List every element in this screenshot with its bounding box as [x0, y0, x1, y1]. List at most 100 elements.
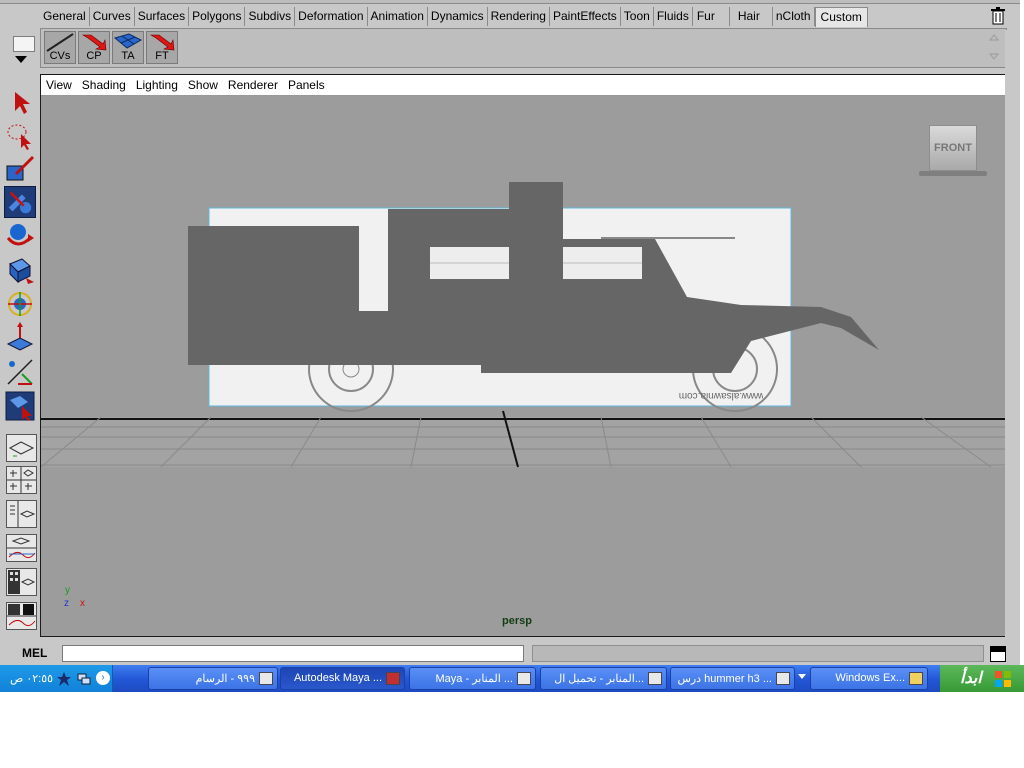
task-label: درس hummer h3 ...: [677, 673, 772, 685]
shelf-tab-deformation[interactable]: Deformation: [295, 7, 368, 26]
script-editor-icon[interactable]: [990, 646, 1006, 662]
network-tray-icon[interactable]: [76, 671, 92, 687]
trash-icon[interactable]: [988, 6, 1008, 26]
command-line: MEL: [0, 643, 1020, 665]
paint-select-tool-icon[interactable]: [4, 154, 36, 186]
shelf-button-label: CVs: [49, 50, 71, 62]
taskbar-autodesk-maya[interactable]: Autodesk Maya ...: [280, 667, 405, 690]
shelf-menu-arrow-icon[interactable]: [15, 56, 27, 63]
shelf-tab-ncloth[interactable]: nCloth: [773, 7, 815, 26]
start-button[interactable]: ابدأ: [940, 665, 1024, 692]
shelf-button-label: CP: [86, 50, 102, 62]
soft-modify-icon[interactable]: [4, 356, 36, 388]
persp-viewport[interactable]: View Shading Lighting Show Renderer Pane…: [40, 74, 1006, 637]
shelf-tab-custom[interactable]: Custom: [814, 7, 868, 27]
manipulator-icon[interactable]: [4, 322, 36, 354]
shelf-tab-subdivs[interactable]: Subdivs: [245, 7, 296, 26]
shelf-tab-fluids[interactable]: Fluids: [654, 7, 693, 26]
outliner-persp-layout-icon[interactable]: [6, 500, 37, 528]
shelf-tab-rendering[interactable]: Rendering: [488, 7, 550, 26]
graph-persp-layout-icon[interactable]: [6, 534, 37, 562]
shelf-button-cp[interactable]: CP: [78, 31, 110, 64]
folder-icon: [909, 672, 923, 685]
select-tool-icon[interactable]: [4, 86, 36, 118]
taskbar-hummer-lesson[interactable]: درس hummer h3 ...: [670, 667, 795, 690]
axis-y-label: y: [65, 585, 70, 596]
task-label: Windows Ex...: [835, 672, 905, 684]
timeline-strip: [0, 0, 1020, 4]
start-label: ابدأ: [960, 670, 982, 687]
menu-lighting[interactable]: Lighting: [131, 78, 183, 92]
windows-logo-icon: [995, 671, 1011, 687]
shelf-tab-painteffects[interactable]: PaintEffects: [550, 7, 621, 26]
star-tray-icon[interactable]: [56, 671, 72, 687]
hypershade-persp-layout-icon[interactable]: [6, 568, 37, 596]
task-label: المنابر - تحميل ال...: [554, 673, 644, 685]
taskbar-forum-download[interactable]: المنابر - تحميل ال...: [540, 667, 667, 690]
ie-icon: [517, 672, 531, 685]
scale-tool-icon[interactable]: [4, 288, 36, 320]
ie-icon: [648, 672, 662, 685]
blue-plane-icon: [113, 33, 143, 49]
menu-panels[interactable]: Panels: [283, 78, 330, 92]
cv-curve-tool-icon: [46, 33, 74, 52]
shelf-button-ta[interactable]: TA: [112, 31, 144, 64]
command-result-field: [532, 645, 984, 662]
axis-z-label: z: [64, 598, 69, 609]
axis-gizmo: y z x: [64, 585, 85, 609]
system-tray: ٠٢:٥٥ ص ›: [0, 665, 113, 692]
ground-grid: [41, 410, 1005, 468]
mel-input[interactable]: [62, 645, 524, 662]
shelf-button-label: FT: [155, 50, 169, 62]
move-tool-icon[interactable]: [4, 220, 36, 252]
toolbox: [3, 86, 37, 636]
shelf-tab-dynamics[interactable]: Dynamics: [428, 7, 488, 26]
maya-icon: [386, 672, 400, 685]
task-label: Autodesk Maya ...: [293, 672, 382, 684]
view-cube-front[interactable]: FRONT: [929, 125, 977, 171]
shelf-tab-bar: General Curves Surfaces Polygons Subdivs…: [40, 7, 868, 27]
camera-label: persp: [502, 615, 532, 627]
rotate-tool-icon[interactable]: [4, 254, 36, 286]
paint-tool-icon[interactable]: [4, 186, 36, 218]
shelf-content: CVs CP TA FT: [40, 28, 1007, 68]
taskbar-windows-explorer[interactable]: Windows Ex...: [810, 667, 928, 690]
shelf-button-cvs[interactable]: CVs: [44, 31, 76, 64]
red-arrow-icon: [81, 34, 107, 51]
single-view-layout-icon[interactable]: [6, 434, 37, 462]
shelf-tab-polygons[interactable]: Polygons: [189, 7, 246, 26]
task-label: Maya - المنابر ...: [435, 673, 514, 685]
view-cube-shadow: [919, 171, 987, 176]
shelf-tab-general[interactable]: General: [40, 7, 90, 26]
taskbar: ٠٢:٥٥ ص › ٩٩٩ - الرسام Autodesk Maya ...…: [0, 665, 1024, 692]
shelf-button-ft[interactable]: FT: [146, 31, 178, 64]
shelf-scroll-arrows[interactable]: [986, 30, 1002, 64]
shelf-tab-hair[interactable]: Hair: [730, 7, 773, 26]
panel-menu-bar: View Shading Lighting Show Renderer Pane…: [41, 75, 1005, 96]
shelf-tab-animation[interactable]: Animation: [368, 7, 428, 26]
shelf-tab-curves[interactable]: Curves: [90, 7, 135, 26]
persp-graph-layout-icon[interactable]: [6, 602, 37, 630]
clock[interactable]: ٠٢:٥٥ ص: [10, 672, 53, 685]
shelf-tab-surfaces[interactable]: Surfaces: [135, 7, 190, 26]
task-group-dropdown-icon[interactable]: [798, 674, 806, 679]
lasso-tool-icon[interactable]: [4, 120, 36, 152]
taskbar-paint[interactable]: ٩٩٩ - الرسام: [148, 667, 278, 690]
menu-renderer[interactable]: Renderer: [223, 78, 283, 92]
taskbar-maya-forum[interactable]: Maya - المنابر ...: [409, 667, 536, 690]
paint-icon: [259, 672, 273, 685]
shelf-options-box[interactable]: [13, 36, 35, 52]
shelf-tab-toon[interactable]: Toon: [621, 7, 654, 26]
tray-expand-icon[interactable]: ›: [96, 671, 110, 685]
right-edge-bar: [1005, 30, 1020, 665]
red-arrow-icon: [149, 34, 175, 51]
scene-canvas[interactable]: www.alsawnia.com y z x: [41, 95, 1005, 636]
menu-shading[interactable]: Shading: [77, 78, 131, 92]
four-view-layout-icon[interactable]: [6, 466, 37, 494]
mel-label[interactable]: MEL: [22, 646, 47, 660]
last-tool-icon[interactable]: [4, 390, 36, 422]
menu-show[interactable]: Show: [183, 78, 223, 92]
task-label: ٩٩٩ - الرسام: [195, 673, 255, 685]
menu-view[interactable]: View: [41, 78, 77, 92]
shelf-tab-fur[interactable]: Fur: [693, 7, 730, 26]
